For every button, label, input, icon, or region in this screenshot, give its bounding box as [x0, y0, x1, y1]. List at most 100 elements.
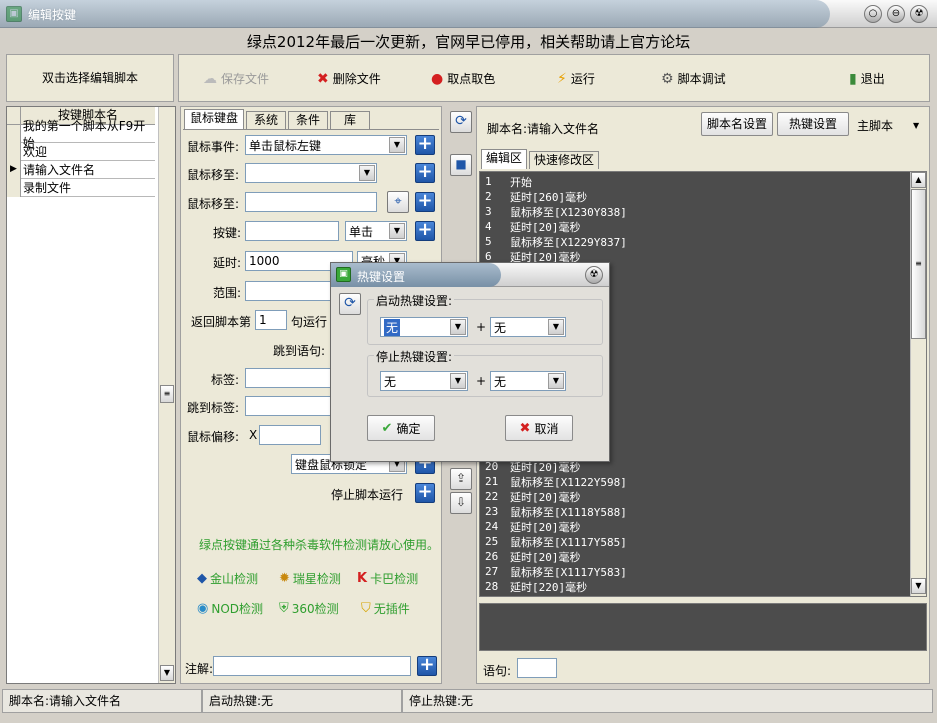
chevron-down-icon: ▼ [389, 223, 405, 239]
line-number: 23 [485, 505, 499, 518]
no-plugin-check: ⛉ 无插件 [361, 601, 410, 616]
line-number: 3 [485, 205, 492, 218]
add-mouse-event-button[interactable]: + [415, 135, 435, 155]
move-to-coords-input[interactable] [245, 192, 377, 212]
code-line[interactable]: 4 延时[20]毫秒 [480, 219, 910, 234]
scroll-up-arrow[interactable]: ▲ [911, 172, 926, 188]
list-item[interactable]: 录制文件 [7, 178, 155, 197]
status-stop-hotkey: 停止热键:无 [402, 689, 933, 713]
scroll-down-arrow[interactable]: ▼ [911, 578, 926, 594]
title-bar: ▣ 编辑按键 编辑按键 ○ ⊖ ☢ [0, 0, 937, 28]
statement-input[interactable] [517, 658, 557, 678]
code-line[interactable]: 2 延时[260]毫秒 [480, 189, 910, 204]
stop-hotkey-key-select[interactable]: 无 ▼ [380, 371, 468, 391]
toolbar: ☁ 保存文件 ✖ 删除文件 ● 取点取色 ⚡ 运行 ⚙ 脚本调试 ▮ 退出 [178, 54, 930, 102]
tab-condition[interactable]: 条件 [288, 111, 328, 129]
code-line[interactable]: 3 鼠标移至[X1230Y838] [480, 204, 910, 219]
range-label: 范围: [213, 286, 242, 300]
code-line[interactable]: 27 鼠标移至[X1117Y583] [480, 564, 910, 579]
shield-yellow-icon: ⛉ [361, 601, 371, 616]
key-action-select[interactable]: 单击 ▼ [345, 221, 407, 241]
capture-coords-icon[interactable]: ⌖ [387, 191, 409, 213]
close-button[interactable]: ☢ [910, 5, 928, 23]
line-text: 鼠标移至[X1230Y838] [510, 205, 627, 219]
status-script-name: 脚本名:请输入文件名 [2, 689, 202, 713]
code-line[interactable]: 26 延时[20]毫秒 [480, 549, 910, 564]
minimize-button[interactable]: ○ [864, 5, 882, 23]
dialog-ok-button[interactable]: ✔ 确定 [367, 415, 435, 441]
code-line[interactable]: 23 鼠标移至[X1118Y588] [480, 504, 910, 519]
editor-scrollbar[interactable]: ▲ ≡ ▼ [910, 172, 926, 596]
main-script-select[interactable]: 主脚本 ▼ [857, 115, 927, 135]
dialog-refresh-button[interactable]: ⟳ [339, 293, 361, 315]
code-line[interactable]: 1 开始 [480, 174, 910, 189]
tab-edit-area[interactable]: 编辑区 [481, 149, 527, 169]
script-name-setting-button[interactable]: 脚本名设置 [701, 112, 773, 136]
stop-button[interactable]: ■ [450, 154, 472, 176]
tab-system[interactable]: 系统 [246, 111, 286, 129]
code-line[interactable]: 28 延时[220]毫秒 [480, 579, 910, 594]
statement-label: 语句: [483, 664, 512, 678]
jump-tag-input[interactable] [245, 396, 335, 416]
list-item-selected[interactable]: ▶ 请输入文件名 [7, 160, 155, 179]
start-hotkey-mod-select[interactable]: 无 ▼ [490, 317, 566, 337]
code-line[interactable]: 25 鼠标移至[X1117Y585] [480, 534, 910, 549]
tab-library[interactable]: 库 [330, 111, 370, 129]
chevron-down-icon: ▼ [389, 137, 405, 153]
script-list-scrollbar[interactable]: ≡ ▼ [158, 107, 175, 683]
move-to-select[interactable]: ▼ [245, 163, 377, 183]
tab-mouse-keyboard[interactable]: 鼠标键盘 [184, 109, 244, 129]
line-number: 1 [485, 175, 492, 188]
line-text: 鼠标移至[X1122Y598] [510, 475, 627, 489]
start-hotkey-key-select[interactable]: 无 ▼ [380, 317, 468, 337]
range-input[interactable] [245, 281, 335, 301]
maximize-button[interactable]: ⊖ [887, 5, 905, 23]
mouse-offset-x-input[interactable] [259, 425, 321, 445]
script-debug-button[interactable]: ⚙ 脚本调试 [661, 70, 726, 87]
run-button[interactable]: ⚡ 运行 [557, 70, 595, 87]
line-number: 21 [485, 475, 499, 488]
pick-color-button[interactable]: ● 取点取色 [431, 70, 495, 87]
add-key-button[interactable]: + [415, 221, 435, 241]
code-line[interactable]: 22 延时[20]毫秒 [480, 489, 910, 504]
add-move-to-button[interactable]: + [415, 163, 435, 183]
dialog-cancel-button[interactable]: ✖ 取消 [505, 415, 573, 441]
move-down-button[interactable]: ⇩ [450, 492, 472, 514]
stop-hotkey-mod-select[interactable]: 无 ▼ [490, 371, 566, 391]
add-move-coords-button[interactable]: + [415, 192, 435, 212]
mouse-event-select[interactable]: 单击鼠标左键 ▼ [245, 135, 407, 155]
hotkey-dialog: ▣ 热键设置 ☢ ⟳ 启动热键设置: 无 ▼ + 无 ▼ 停止热键设置: 无 ▼ + … [330, 262, 610, 462]
dialog-close-button[interactable]: ☢ [585, 266, 603, 284]
scroll-thumb[interactable]: ≡ [160, 385, 174, 403]
scroll-down-arrow[interactable]: ▼ [160, 665, 174, 681]
add-stop-button[interactable]: + [415, 483, 435, 503]
save-file-button[interactable]: ☁ 保存文件 [203, 70, 269, 87]
rising-check: ✹ 瑞星检测 [279, 571, 341, 586]
move-up-button[interactable]: ⇪ [450, 468, 472, 490]
tab-quick-modify[interactable]: 快速修改区 [529, 151, 599, 169]
lightning-icon: ⚡ [557, 70, 567, 87]
list-item[interactable]: 我的第一个脚本从F9开始 [7, 119, 155, 150]
dialog-app-icon: ▣ [336, 267, 351, 282]
refresh-button[interactable]: ⟳ [450, 111, 472, 133]
stop-script-label: 停止脚本运行 [331, 488, 404, 502]
key-input[interactable] [245, 221, 339, 241]
code-line[interactable]: 5 鼠标移至[X1229Y837] [480, 234, 910, 249]
return-line-input[interactable]: 1 [255, 310, 287, 330]
tag-input[interactable] [245, 368, 335, 388]
line-text: 延时[260]毫秒 [510, 190, 588, 204]
row-pointer-icon: ▶ [7, 160, 21, 179]
exit-button[interactable]: ▮ 退出 [849, 70, 885, 87]
add-comment-button[interactable]: + [417, 656, 437, 676]
code-line[interactable]: 24 延时[20]毫秒 [480, 519, 910, 534]
code-line[interactable]: 21 鼠标移至[X1122Y598] [480, 474, 910, 489]
delay-label: 延时: [213, 256, 242, 270]
comment-input[interactable] [213, 656, 411, 676]
hotkey-setting-button[interactable]: 热键设置 [777, 112, 849, 136]
scroll-thumb[interactable]: ≡ [911, 189, 926, 339]
delete-file-button[interactable]: ✖ 删除文件 [317, 70, 381, 87]
cloud-save-icon: ☁ [203, 70, 217, 87]
line-number: 5 [485, 235, 492, 248]
stop-hotkey-label: 停止热键设置: [374, 348, 455, 365]
line-number: 28 [485, 580, 499, 593]
